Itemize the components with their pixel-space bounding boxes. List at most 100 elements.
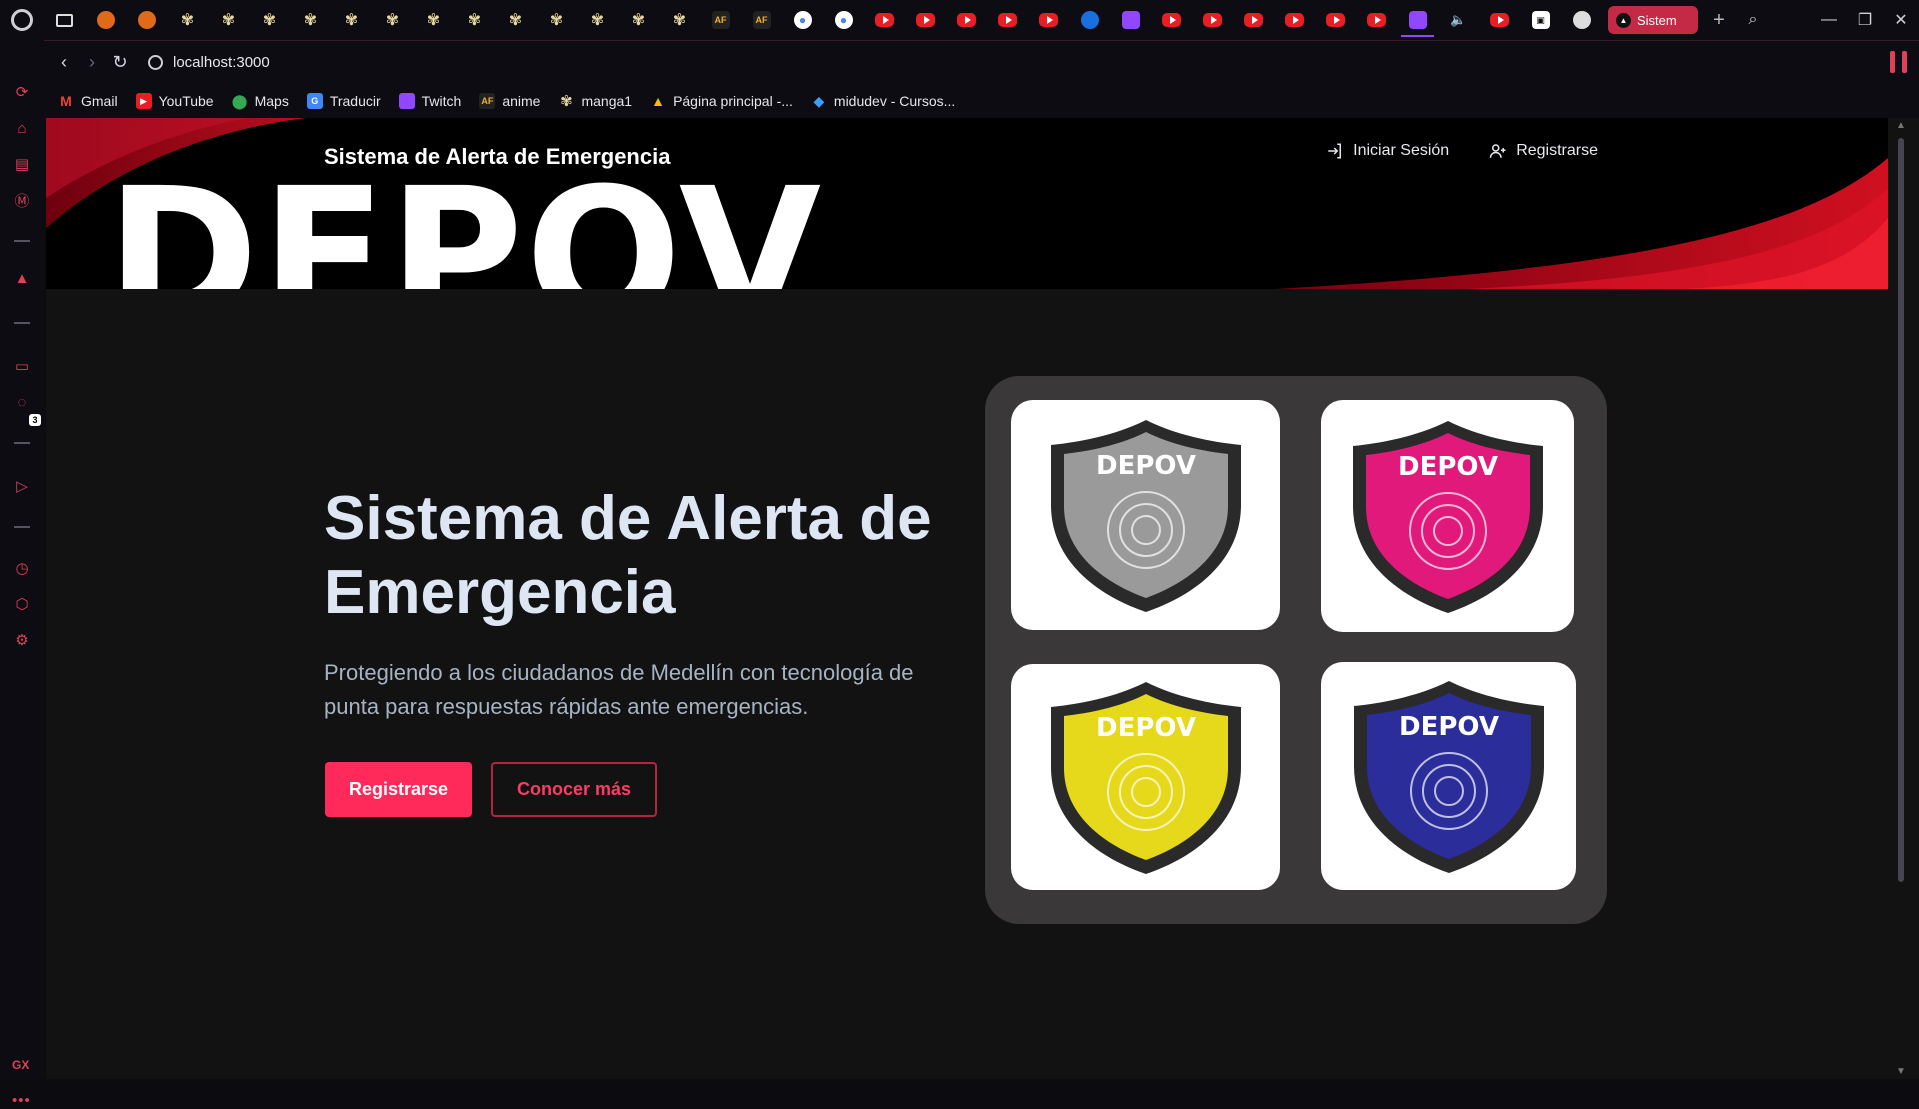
opera-menu-icon[interactable] (0, 0, 44, 40)
tab-cube[interactable]: ▣ (1520, 0, 1561, 40)
restore-icon[interactable]: ❐ (1847, 10, 1883, 30)
tab-orange-2[interactable] (126, 0, 167, 40)
close-icon[interactable]: ✕ (1883, 10, 1919, 30)
hero-subtitle: Protegiendo a los ciudadanos de Medellín… (324, 660, 914, 719)
bookmark-twitch[interactable]: Twitch (398, 93, 461, 109)
back-icon[interactable]: ‹ (50, 52, 78, 73)
forward-icon[interactable]: › (78, 52, 106, 73)
tab-flag[interactable] (1110, 0, 1151, 40)
tab-youtube-10[interactable] (1315, 0, 1356, 40)
music-icon[interactable]: Ⓜ (12, 190, 32, 210)
tab-youtube-6[interactable] (1151, 0, 1192, 40)
tab-manga-2[interactable]: ✾ (208, 0, 249, 40)
tab-google-2[interactable]: ● (823, 0, 864, 40)
tab-youtube-5[interactable] (1028, 0, 1069, 40)
tab-speaker[interactable]: 🔈 (1438, 0, 1479, 40)
bookmark-traducir[interactable]: G Traducir (306, 93, 381, 109)
tab-manga-11[interactable]: ✾ (577, 0, 618, 40)
brand-logo-text[interactable]: DEPOV (106, 164, 823, 289)
history-icon[interactable]: ◷ (12, 558, 32, 578)
shield-logo-yellow: DEPOV (1050, 682, 1241, 874)
bookmark-drive[interactable]: ▲ Página principal -... (650, 93, 793, 109)
shield-text: DEPOV (1096, 451, 1196, 481)
tab-orange-1[interactable] (85, 0, 126, 40)
register-link[interactable]: Registrarse (1489, 142, 1598, 160)
scroll-down-icon[interactable]: ▼ (1896, 1066, 1906, 1077)
bookmark-maps[interactable]: ⬤ Maps (232, 93, 289, 110)
bookmark-gmail[interactable]: M Gmail (58, 93, 117, 109)
search-tabs-icon[interactable]: ⌕ (1735, 11, 1771, 29)
tab-manga-8[interactable]: ✾ (454, 0, 495, 40)
tab-manga-1[interactable]: ✾ (167, 0, 208, 40)
sidebar-divider (14, 322, 30, 324)
whatsapp-icon[interactable]: ◌ (12, 392, 32, 412)
tab-youtube-3[interactable] (946, 0, 987, 40)
learn-more-button[interactable]: Conocer más (491, 762, 657, 817)
shield-logo-blue: DEPOV (1353, 681, 1544, 873)
mail-icon (56, 13, 73, 27)
tab-youtube-4[interactable] (987, 0, 1028, 40)
tab-youtube-1[interactable] (864, 0, 905, 40)
tab-google-1[interactable]: ● (782, 0, 823, 40)
url-text[interactable]: localhost:3000 (173, 54, 270, 71)
manga-icon: ✾ (344, 12, 359, 29)
shop-icon[interactable]: ⌂ (12, 118, 32, 138)
tab-active-sistema[interactable]: ▲ Sistem (1608, 6, 1698, 34)
bookmark-youtube[interactable]: ▶ YouTube (135, 93, 214, 109)
bookmark-midudev[interactable]: ◆ midudev - Cursos... (811, 93, 956, 110)
shield-logo-gray: DEPOV (1050, 420, 1241, 612)
tab-circle[interactable] (1561, 0, 1602, 40)
page-scrollbar[interactable]: ▲ ▼ (1888, 118, 1919, 1079)
minimize-icon[interactable]: — (1811, 11, 1847, 29)
bookmark-label: Página principal -... (673, 93, 793, 109)
register-button[interactable]: Registrarse (325, 762, 472, 817)
manga-icon: ✾ (467, 12, 482, 29)
more-icon[interactable]: ••• (12, 1092, 31, 1109)
animeflv-icon: AF (752, 11, 771, 29)
page-viewport: Sistema de Alerta de Emergencia DEPOV In… (46, 118, 1888, 1079)
tab-edge[interactable] (1069, 0, 1110, 40)
tab-manga-4[interactable]: ✾ (290, 0, 331, 40)
tab-manga-13[interactable]: ✾ (659, 0, 700, 40)
bookmark-manga1[interactable]: ✾ manga1 (558, 93, 633, 110)
tab-manga-7[interactable]: ✾ (413, 0, 454, 40)
tab-youtube-9[interactable] (1274, 0, 1315, 40)
pause-icon[interactable] (1890, 51, 1907, 73)
scrollbar-thumb[interactable] (1898, 138, 1904, 882)
url-field[interactable]: localhost:3000 (148, 54, 270, 71)
gx-control-icon[interactable]: GX (12, 1058, 29, 1072)
login-link[interactable]: Iniciar Sesión (1326, 142, 1449, 160)
youtube-icon (916, 13, 935, 27)
aria-icon[interactable]: ▲ (12, 268, 32, 288)
bookmark-label: manga1 (581, 93, 633, 109)
extensions-icon[interactable]: ⬡ (12, 594, 32, 614)
scroll-up-icon[interactable]: ▲ (1896, 120, 1906, 131)
tab-manga-6[interactable]: ✾ (372, 0, 413, 40)
circle-icon (1572, 11, 1591, 29)
tab-youtube-7[interactable] (1192, 0, 1233, 40)
bookmark-anime[interactable]: AF anime (479, 93, 540, 109)
tab-manga-9[interactable]: ✾ (495, 0, 536, 40)
manga-icon: ✾ (303, 12, 318, 29)
tab-af-1[interactable]: AF (700, 0, 741, 40)
reload-icon[interactable]: ↻ (106, 52, 134, 73)
tab-youtube-11[interactable] (1356, 0, 1397, 40)
tab-manga-5[interactable]: ✾ (331, 0, 372, 40)
tab-manga-12[interactable]: ✾ (618, 0, 659, 40)
refresh-icon[interactable]: ⟳ (12, 82, 32, 102)
tab-mail[interactable] (44, 0, 85, 40)
news-icon[interactable]: ▤ (12, 154, 32, 174)
tab-youtube-8[interactable] (1233, 0, 1274, 40)
tab-youtube-12[interactable] (1479, 0, 1520, 40)
tab-manga-10[interactable]: ✾ (536, 0, 577, 40)
tab-youtube-2[interactable] (905, 0, 946, 40)
tab-twitch[interactable] (1397, 0, 1438, 40)
player-icon[interactable]: ▷ (12, 476, 32, 496)
tab-manga-3[interactable]: ✾ (249, 0, 290, 40)
manga-icon: ✾ (262, 12, 277, 29)
twitch-icon[interactable]: ▭ (12, 356, 32, 376)
settings-icon[interactable]: ⚙ (12, 630, 32, 650)
tab-af-2[interactable]: AF (741, 0, 782, 40)
youtube-icon (1162, 13, 1181, 27)
new-tab-button[interactable]: + (1704, 9, 1734, 32)
